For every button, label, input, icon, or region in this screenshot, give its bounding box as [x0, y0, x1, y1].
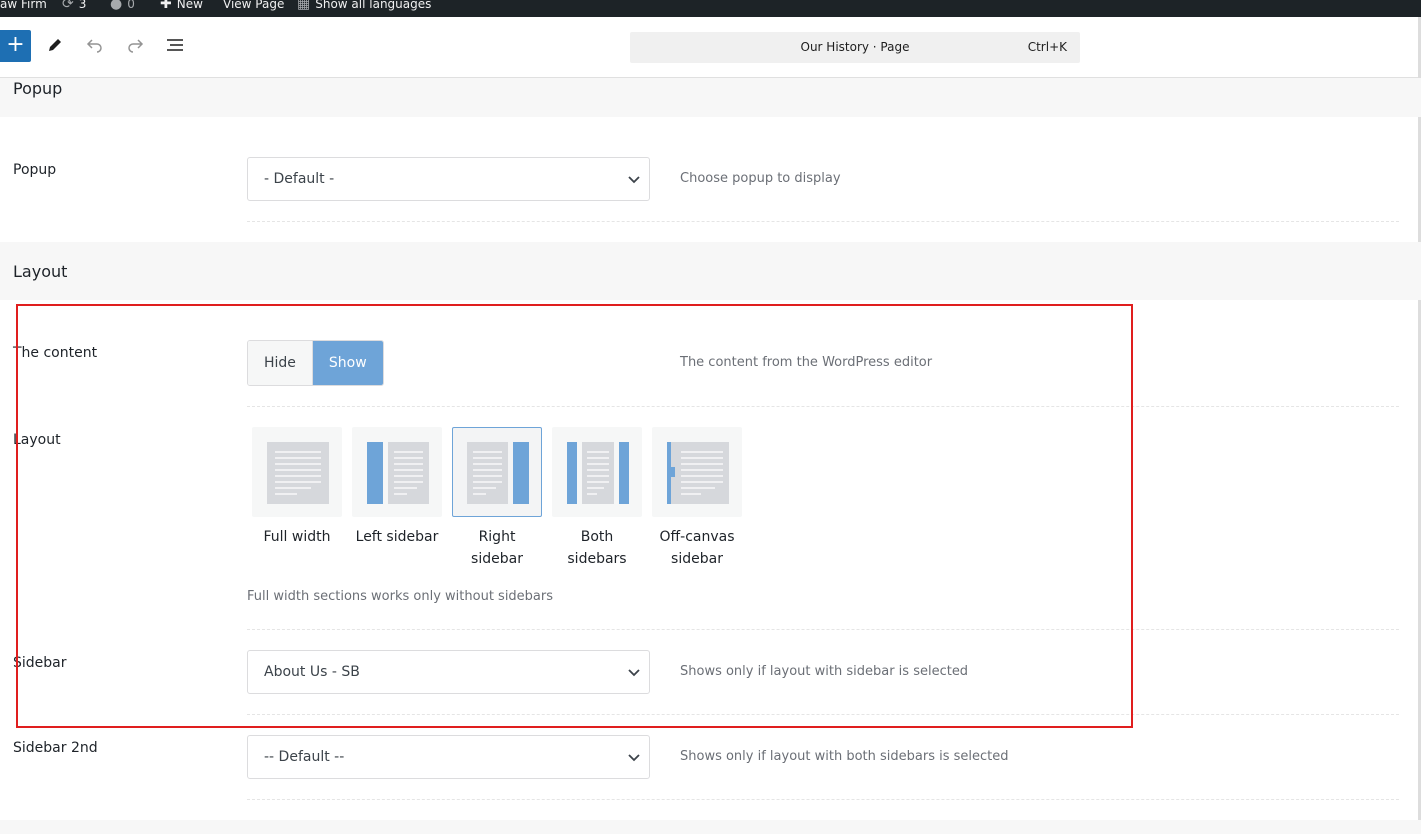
pencil-icon: [49, 39, 61, 51]
document-overview-button[interactable]: [161, 31, 189, 61]
section-title: Popup: [13, 79, 63, 98]
redo-icon: [128, 39, 144, 53]
edit-tools-button[interactable]: [41, 31, 69, 61]
updates-link[interactable]: ⟳ 3: [62, 0, 86, 12]
section-title: Layout: [13, 262, 68, 281]
chevron-down-icon: [628, 754, 640, 762]
translate-icon: ▦: [297, 0, 311, 12]
command-palette-bar[interactable]: Our History · Page Ctrl+K: [630, 32, 1080, 63]
next-section-header: [0, 820, 1421, 834]
show-button[interactable]: Show: [312, 341, 383, 385]
updates-icon: ⟳: [62, 0, 74, 12]
layout-option-left-sidebar[interactable]: [352, 427, 442, 517]
full-width-layout-icon: [267, 442, 329, 504]
document-title: Our History · Page: [800, 40, 910, 54]
sidebar-2nd-description: Shows only if layout with both sidebars …: [680, 749, 1009, 764]
layout-label: Layout: [13, 432, 61, 448]
select-value: -- Default --: [264, 749, 345, 765]
undo-button[interactable]: [81, 31, 109, 61]
layout-option-label: Left sidebar: [355, 529, 439, 545]
content-label: The content: [13, 345, 98, 361]
chevron-down-icon: [628, 176, 640, 184]
languages-link[interactable]: ▦ Show all languages: [297, 0, 431, 12]
sidebar-select[interactable]: About Us - SB: [247, 650, 650, 694]
layout-option-label: Both sidebars: [567, 529, 627, 567]
layout-option-label: Right sidebar: [471, 529, 523, 567]
content-description: The content from the WordPress editor: [680, 355, 933, 370]
sidebar-2nd-label: Sidebar 2nd: [13, 740, 98, 756]
right-sidebar-layout-icon: [467, 442, 529, 504]
comments-link[interactable]: ● 0: [110, 0, 135, 12]
chevron-down-icon: [628, 669, 640, 677]
layout-option-full-width[interactable]: [252, 427, 342, 517]
select-value: - Default -: [264, 171, 335, 187]
divider: [247, 799, 1399, 800]
layout-option-both-sidebars[interactable]: [552, 427, 642, 517]
site-name-link[interactable]: aw Firm: [0, 0, 47, 12]
layout-option-label: Off-canvas sidebar: [659, 529, 735, 567]
layout-option-label: Full width: [263, 529, 331, 545]
layout-option-right-sidebar[interactable]: [452, 427, 542, 517]
plus-icon: ✚: [160, 0, 172, 12]
layout-note: Full width sections works only without s…: [247, 589, 554, 604]
new-content-link[interactable]: ✚ New: [160, 0, 203, 12]
layout-option-off-canvas-sidebar[interactable]: [652, 427, 742, 517]
left-sidebar-layout-icon: [367, 442, 429, 504]
both-sidebars-layout-icon: [567, 442, 629, 504]
sidebar-description: Shows only if layout with sidebar is sel…: [680, 664, 969, 679]
block-inserter-button[interactable]: +: [0, 30, 31, 62]
popup-select[interactable]: - Default -: [247, 157, 650, 201]
off-canvas-layout-icon: [667, 442, 729, 504]
view-page-link[interactable]: View Page: [223, 0, 284, 12]
select-value: About Us - SB: [264, 664, 360, 680]
sidebar-2nd-select[interactable]: -- Default --: [247, 735, 650, 779]
divider: [247, 629, 1399, 630]
admin-bar: aw Firm ⟳ 3 ● 0 ✚ New View Page ▦ Show all l…: [0, 0, 1421, 17]
hide-button[interactable]: Hide: [248, 341, 313, 385]
popup-section-header: Popup: [0, 78, 1421, 117]
comment-icon: ●: [110, 0, 123, 12]
popup-label: Popup: [13, 162, 57, 178]
redo-button[interactable]: [121, 31, 149, 61]
popup-description: Choose popup to display: [680, 171, 841, 186]
list-view-icon: [167, 39, 183, 51]
divider: [247, 406, 1399, 407]
divider: [247, 714, 1399, 715]
sidebar-label: Sidebar: [13, 655, 67, 671]
divider: [247, 221, 1399, 222]
keyboard-shortcut: Ctrl+K: [1027, 40, 1067, 54]
layout-section-header: Layout: [0, 242, 1421, 300]
content-toggle: Hide Show: [247, 340, 384, 386]
editor-toolbar: + Our History · Page Ctrl+K: [0, 17, 1421, 78]
undo-icon: [86, 39, 102, 53]
